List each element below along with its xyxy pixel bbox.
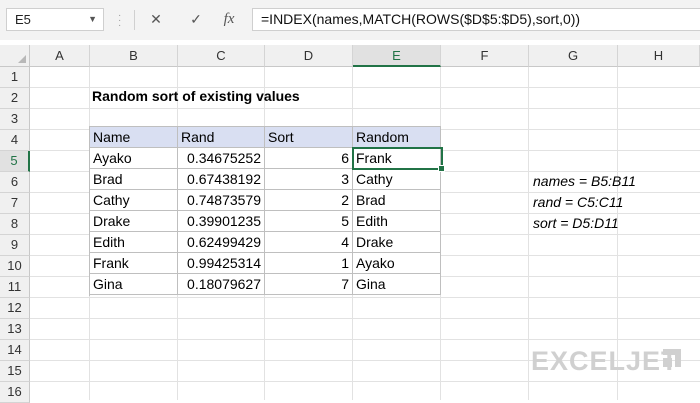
select-all-icon xyxy=(18,55,26,63)
active-cell-selection[interactable] xyxy=(352,147,445,172)
row-header-10[interactable]: 10 xyxy=(0,256,30,277)
row-header-4[interactable]: 4 xyxy=(0,130,30,151)
table-cell[interactable]: Edith xyxy=(353,211,441,232)
cancel-icon[interactable]: ✕ xyxy=(142,8,170,31)
formula-bar: E5 ▼ · · · ✕ ✓ fx =INDEX(names,MATCH(ROWS(… xyxy=(0,0,700,40)
table-cell[interactable]: Brad xyxy=(90,169,178,190)
row-header-3[interactable]: 3 xyxy=(0,109,30,130)
sheet-title: Random sort of existing values xyxy=(92,88,300,104)
row-header-5[interactable]: 5 xyxy=(0,151,30,172)
row-header-12[interactable]: 12 xyxy=(0,298,30,319)
note-names: names = B5:B11 xyxy=(533,173,636,189)
table-cell[interactable]: 3 xyxy=(265,169,353,190)
table-cell[interactable]: 0.99425314 xyxy=(178,253,265,274)
column-header-d[interactable]: D xyxy=(265,45,353,67)
table-cell[interactable]: 1 xyxy=(265,253,353,274)
column-header-b[interactable]: B xyxy=(90,45,178,67)
column-header-f[interactable]: F xyxy=(441,45,529,67)
exceljet-logo-icon xyxy=(663,349,681,367)
table-cell[interactable]: Brad xyxy=(353,190,441,211)
row-header-14[interactable]: 14 xyxy=(0,340,30,361)
table-header-sort[interactable]: Sort xyxy=(265,127,353,148)
row-header-9[interactable]: 9 xyxy=(0,235,30,256)
gridline xyxy=(528,67,529,400)
table-cell[interactable]: 6 xyxy=(265,148,353,169)
note-rand: rand = C5:C11 xyxy=(533,194,624,210)
column-header-g[interactable]: G xyxy=(529,45,618,67)
row-header-8[interactable]: 8 xyxy=(0,214,30,235)
column-header-e[interactable]: E xyxy=(353,45,441,67)
table-cell[interactable]: 7 xyxy=(265,274,353,295)
table-cell[interactable]: 0.39901235 xyxy=(178,211,265,232)
table-cell[interactable]: Gina xyxy=(90,274,178,295)
row-header-1[interactable]: 1 xyxy=(0,67,30,88)
column-header-c[interactable]: C xyxy=(178,45,265,67)
table-cell[interactable]: 0.62499429 xyxy=(178,232,265,253)
table-cell[interactable]: 4 xyxy=(265,232,353,253)
table-cell[interactable]: 0.74873579 xyxy=(178,190,265,211)
row-header-2[interactable]: 2 xyxy=(0,88,30,109)
table-cell[interactable]: Gina xyxy=(353,274,441,295)
row-header-15[interactable]: 15 xyxy=(0,361,30,382)
row-header-6[interactable]: 6 xyxy=(0,172,30,193)
exceljet-logo: EXCELJET xyxy=(531,346,679,376)
table-cell[interactable]: 5 xyxy=(265,211,353,232)
table-header-random[interactable]: Random xyxy=(353,127,441,148)
table-header-rand[interactable]: Rand xyxy=(178,127,265,148)
table-cell[interactable]: Ayako xyxy=(353,253,441,274)
fill-handle[interactable] xyxy=(438,165,445,172)
table-cell[interactable]: 0.67438192 xyxy=(178,169,265,190)
row-header-11[interactable]: 11 xyxy=(0,277,30,298)
table-cell[interactable]: Cathy xyxy=(353,169,441,190)
name-box[interactable]: E5 ▼ xyxy=(6,8,104,31)
table-cell[interactable]: Cathy xyxy=(90,190,178,211)
table-cell[interactable]: Frank xyxy=(90,253,178,274)
grip-icon[interactable]: · · · xyxy=(118,11,122,31)
row-header-7[interactable]: 7 xyxy=(0,193,30,214)
chevron-down-icon[interactable]: ▼ xyxy=(88,9,97,30)
table-cell[interactable]: 0.18079627 xyxy=(178,274,265,295)
table-header-name[interactable]: Name xyxy=(90,127,178,148)
note-sort: sort = D5:D11 xyxy=(533,215,619,231)
name-box-value: E5 xyxy=(15,12,31,27)
table-cell[interactable]: Ayako xyxy=(90,148,178,169)
column-header-h[interactable]: H xyxy=(618,45,700,67)
select-all-button[interactable] xyxy=(0,45,30,67)
table-cell[interactable]: Drake xyxy=(90,211,178,232)
row-header-13[interactable]: 13 xyxy=(0,319,30,340)
enter-icon[interactable]: ✓ xyxy=(182,8,210,31)
table-cell[interactable]: 0.34675252 xyxy=(178,148,265,169)
column-header-a[interactable]: A xyxy=(30,45,90,67)
insert-function-icon[interactable]: fx xyxy=(215,8,243,31)
formula-input[interactable]: =INDEX(names,MATCH(ROWS($D$5:$D5),sort,0… xyxy=(252,8,700,31)
table-cell[interactable]: 2 xyxy=(265,190,353,211)
divider xyxy=(134,10,135,30)
table-cell[interactable]: Drake xyxy=(353,232,441,253)
table-cell[interactable]: Edith xyxy=(90,232,178,253)
